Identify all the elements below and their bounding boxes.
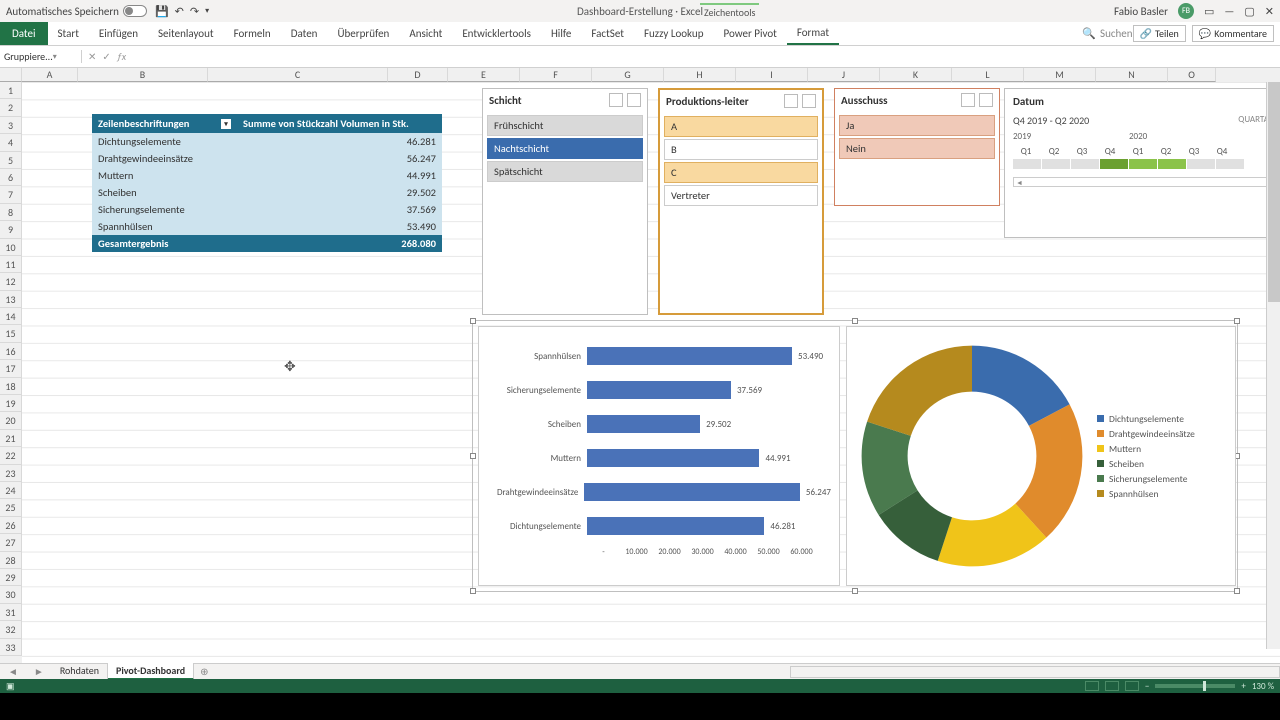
sheet-tab[interactable]: Rohdaten <box>52 663 108 680</box>
ribbon-tab-überprüfen[interactable]: Überprüfen <box>327 22 399 45</box>
clear-filter-icon[interactable] <box>627 93 641 107</box>
autosave-label: Automatisches Speichern <box>6 5 119 18</box>
slicer-item[interactable]: A <box>664 116 818 137</box>
row-headers[interactable]: 1234567891011121314151617181920212223242… <box>0 68 22 665</box>
user-name: Fabio Basler <box>1114 5 1168 18</box>
slicer-item[interactable]: Vertreter <box>664 185 818 206</box>
clear-filter-icon[interactable] <box>979 93 993 107</box>
ribbon-tab-entwicklertools[interactable]: Entwicklertools <box>452 22 541 45</box>
qat-more-icon[interactable]: ▾ <box>205 6 209 16</box>
multiselect-icon[interactable] <box>784 94 798 108</box>
add-sheet-icon[interactable]: ⊕ <box>194 665 214 678</box>
avatar[interactable]: FB <box>1178 3 1194 19</box>
pivot-row[interactable]: Spannhülsen53.490 <box>92 218 442 235</box>
slicer-item[interactable]: Nein <box>839 138 995 159</box>
column-headers[interactable]: ABCDEFGHIJKLMNO <box>22 68 1280 82</box>
contextual-tab-label: Zeichentools <box>700 3 759 20</box>
ribbon-tab-fuzzy lookup[interactable]: Fuzzy Lookup <box>634 22 714 45</box>
sheet-tab[interactable]: Pivot-Dashboard <box>108 663 194 680</box>
multiselect-icon[interactable] <box>609 93 623 107</box>
slicer-ausschuss[interactable]: Ausschuss JaNein <box>834 88 1000 206</box>
status-bar: ▣ − + 130 % <box>0 679 1280 693</box>
ribbon-tab-format[interactable]: Format <box>787 22 839 45</box>
slicer-item[interactable]: B <box>664 139 818 160</box>
slicer-item[interactable]: Ja <box>839 115 995 136</box>
search-icon: 🔍 <box>1082 27 1096 40</box>
timeline-datum[interactable]: Datum Q4 2019 - Q2 2020QUARTALE 20192020… <box>1004 88 1280 238</box>
ribbon: Datei StartEinfügenSeitenlayoutFormelnDa… <box>0 22 1280 46</box>
name-box[interactable]: Gruppiere...▾ <box>0 50 82 63</box>
horizontal-scrollbar[interactable] <box>790 666 1280 678</box>
slicer-schicht[interactable]: Schicht FrühschichtNachtschichtSpätschic… <box>482 88 648 315</box>
donut-chart[interactable]: DichtungselementeDrahtgewindeeinsätzeMut… <box>846 326 1236 586</box>
undo-icon[interactable]: ↶ <box>175 5 184 18</box>
move-cursor-icon: ✥ <box>284 358 296 375</box>
clear-filter-icon[interactable] <box>802 94 816 108</box>
timeline-scrollbar[interactable] <box>1013 177 1277 187</box>
ribbon-tab-ansicht[interactable]: Ansicht <box>399 22 452 45</box>
slicer-item[interactable]: Frühschicht <box>487 115 643 136</box>
share-button[interactable]: 🔗Teilen <box>1133 25 1186 42</box>
page-layout-view-icon[interactable] <box>1105 681 1119 691</box>
pivot-filter-icon[interactable]: ▾ <box>221 119 231 129</box>
pivot-row[interactable]: Scheiben29.502 <box>92 184 442 201</box>
minimize-icon[interactable]: — <box>1224 5 1234 18</box>
slicer-item[interactable]: C <box>664 162 818 183</box>
maximize-icon[interactable]: ▢ <box>1244 5 1254 18</box>
slicer-item[interactable]: Nachtschicht <box>487 138 643 159</box>
zoom-in-icon[interactable]: + <box>1241 681 1245 692</box>
zoom-level[interactable]: 130 % <box>1252 681 1274 692</box>
multiselect-icon[interactable] <box>961 93 975 107</box>
cancel-icon[interactable]: ✕ <box>88 50 96 63</box>
comments-button[interactable]: 💬Kommentare <box>1192 25 1274 42</box>
pivot-table[interactable]: Zeilenbeschriftungen▾ Summe von Stückzah… <box>92 114 442 252</box>
sheet-nav-next-icon[interactable]: ► <box>26 665 52 678</box>
vertical-scrollbar[interactable] <box>1266 82 1280 649</box>
slicer-produktionsleiter[interactable]: Produktions-leiter ABCVertreter <box>658 88 824 315</box>
ribbon-tab-daten[interactable]: Daten <box>281 22 328 45</box>
ribbon-tab-einfügen[interactable]: Einfügen <box>89 22 148 45</box>
formula-bar: Gruppiere...▾ ✕ ✓ ƒx <box>0 46 1280 68</box>
slicer-item[interactable]: Spätschicht <box>487 161 643 182</box>
record-macro-icon[interactable]: ▣ <box>6 681 15 692</box>
save-icon[interactable]: 💾 <box>155 5 169 18</box>
ribbon-tab-power pivot[interactable]: Power Pivot <box>713 22 786 45</box>
worksheet-grid[interactable]: 1234567891011121314151617181920212223242… <box>0 68 1280 665</box>
pivot-row[interactable]: Sicherungselemente37.569 <box>92 201 442 218</box>
title-bar: Automatisches Speichern 💾 ↶ ↷ ▾ Dashboar… <box>0 0 1280 22</box>
enter-icon[interactable]: ✓ <box>102 50 110 63</box>
ribbon-tab-seitenlayout[interactable]: Seitenlayout <box>148 22 224 45</box>
document-title: Dashboard-Erstellung · Excel <box>577 5 703 18</box>
sheet-nav-prev-icon[interactable]: ◄ <box>0 665 26 678</box>
pivot-row[interactable]: Drahtgewindeeinsätze56.247 <box>92 150 442 167</box>
ribbon-options-icon[interactable]: ▭ <box>1204 5 1214 18</box>
close-icon[interactable]: ✕ <box>1265 5 1274 18</box>
zoom-out-icon[interactable]: − <box>1145 681 1149 692</box>
ribbon-tab-formeln[interactable]: Formeln <box>224 22 281 45</box>
chart-legend: DichtungselementeDrahtgewindeeinsätzeMut… <box>1097 410 1195 503</box>
file-tab[interactable]: Datei <box>0 22 48 45</box>
pivot-row[interactable]: Dichtungselemente46.281 <box>92 133 442 150</box>
pivot-row[interactable]: Muttern44.991 <box>92 167 442 184</box>
autosave-toggle[interactable] <box>123 5 147 17</box>
ribbon-tab-hilfe[interactable]: Hilfe <box>541 22 581 45</box>
fx-icon[interactable]: ƒx <box>117 50 126 63</box>
redo-icon[interactable]: ↷ <box>190 5 199 18</box>
sheet-tabs: ◄ ► RohdatenPivot-Dashboard ⊕ <box>0 663 1280 679</box>
zoom-slider[interactable] <box>1155 684 1235 688</box>
normal-view-icon[interactable] <box>1085 681 1099 691</box>
bar-chart[interactable]: Spannhülsen53.490Sicherungselemente37.56… <box>478 326 840 586</box>
ribbon-tab-start[interactable]: Start <box>48 22 89 45</box>
ribbon-tab-factset[interactable]: FactSet <box>581 22 634 45</box>
page-break-view-icon[interactable] <box>1125 681 1139 691</box>
search-box[interactable]: 🔍 Suchen <box>1082 22 1132 45</box>
